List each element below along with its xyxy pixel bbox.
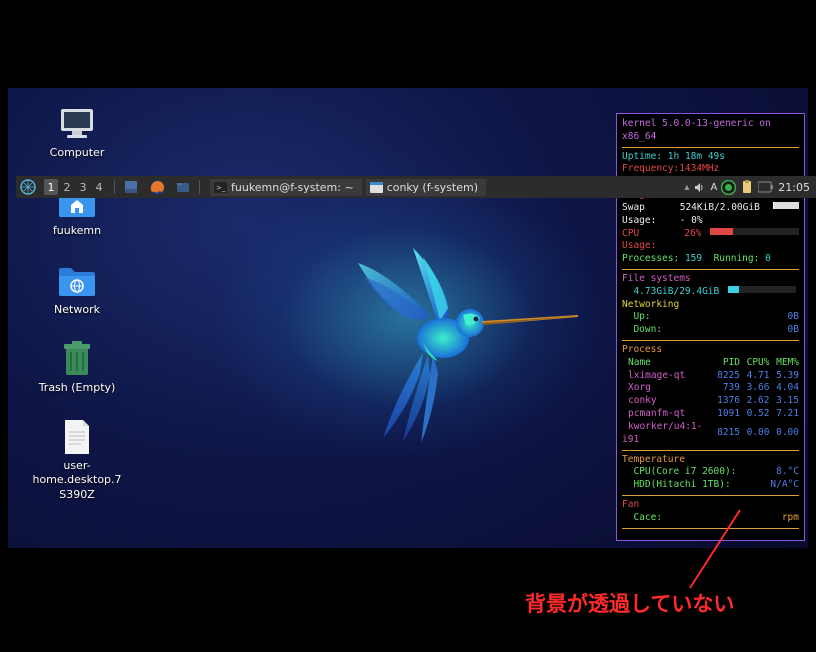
desktop-icon-label: Computer xyxy=(50,146,105,160)
volume-icon[interactable] xyxy=(693,181,706,194)
desktop-icon-label: fuukemn xyxy=(53,224,101,238)
task-conky[interactable]: conky (f-system) xyxy=(366,179,486,196)
desktop-icon-computer[interactable]: Computer xyxy=(32,106,122,160)
uptime-value: 1h 18m 49s xyxy=(668,151,725,164)
process-table: Name PID CPU% MEM% lximage-qt82254.715.3… xyxy=(622,357,799,447)
taskbar: 1 2 3 4 >_ fuukemn@f-system: ~ xyxy=(16,176,816,198)
fan-value: rpm xyxy=(782,512,799,525)
cpu-bar xyxy=(710,228,799,235)
desktop-area[interactable]: 1 2 3 4 >_ fuukemn@f-system: ~ xyxy=(8,88,808,548)
annotation-text: 背景が透過していない xyxy=(525,588,734,618)
desktop-icons: Computer fuukemn Network Trash (Empty) u… xyxy=(32,106,122,502)
network-folder-icon xyxy=(56,263,98,299)
fs-bar xyxy=(728,286,796,293)
temp-cpu-label: CPU(Core i7 2600): xyxy=(633,466,736,479)
freq-value: 1434MHz xyxy=(679,163,719,176)
up-arrow-icon[interactable]: ▴ xyxy=(684,182,689,193)
run-label: Running: xyxy=(714,253,760,266)
battery-icon[interactable] xyxy=(758,181,774,193)
computer-icon xyxy=(56,106,98,142)
th-cpu: CPU% xyxy=(740,357,770,370)
fan-label: Cace: xyxy=(633,512,662,525)
workspace-2[interactable]: 2 xyxy=(60,179,74,195)
desktop-icon-file[interactable]: user-home.desktop.7S390Z xyxy=(32,419,122,502)
net-down-value: 0B xyxy=(788,324,799,337)
update-icon[interactable] xyxy=(721,180,736,195)
net-up-label: Up: xyxy=(633,311,650,324)
app-menu-icon[interactable] xyxy=(18,177,38,197)
net-title: Networking xyxy=(622,299,799,312)
task-terminal[interactable]: >_ fuukemn@f-system: ~ xyxy=(210,179,362,196)
task-label: conky (f-system) xyxy=(387,181,478,194)
desktop-icon-trash[interactable]: Trash (Empty) xyxy=(32,341,122,395)
wallpaper-hummingbird xyxy=(328,243,588,443)
swap-label: Swap Usage: xyxy=(622,202,674,228)
file-manager-icon[interactable] xyxy=(173,177,193,197)
file-icon xyxy=(56,419,98,455)
trash-icon xyxy=(56,341,98,377)
temp-hdd-label: HDD(Hitachi 1TB): xyxy=(633,479,730,492)
swap-value: 524KiB/2.00GiB - 0% xyxy=(680,202,770,228)
fan-title: Fan xyxy=(622,499,799,512)
desktop-icon-label: Network xyxy=(54,303,100,317)
window-icon xyxy=(370,181,383,194)
svg-text:>_: >_ xyxy=(216,184,226,192)
net-up-value: 0B xyxy=(788,311,799,324)
workspace-4[interactable]: 4 xyxy=(92,179,106,195)
workspace-3[interactable]: 3 xyxy=(76,179,90,195)
procs-label: Processes: xyxy=(622,253,679,266)
fs-value: 4.73GiB/29.4GiB xyxy=(633,286,719,299)
cpu-value: 26% xyxy=(684,228,701,254)
desktop-icon-label: user-home.desktop.7S390Z xyxy=(32,459,122,502)
cpu-label: CPU Usage: xyxy=(622,228,678,254)
clipboard-icon[interactable] xyxy=(740,180,754,194)
firefox-icon[interactable] xyxy=(147,177,167,197)
uptime-label: Uptime: xyxy=(622,151,662,164)
run-value: 0 xyxy=(765,253,771,266)
temp-title: Temperature xyxy=(622,454,799,467)
desktop-icon-network[interactable]: Network xyxy=(32,263,122,317)
workspace-switcher: 1 2 3 4 xyxy=(44,179,106,195)
keyboard-layout[interactable]: A xyxy=(710,182,717,193)
proc-title: Process xyxy=(622,344,799,357)
task-label: fuukemn@f-system: ~ xyxy=(231,181,354,194)
swap-bar xyxy=(773,202,799,209)
clock[interactable]: 21:05 xyxy=(778,181,810,194)
show-desktop-icon[interactable] xyxy=(121,177,141,197)
task-list: >_ fuukemn@f-system: ~ conky (f-system) xyxy=(210,179,684,196)
desktop-icon-label: Trash (Empty) xyxy=(39,381,116,395)
th-name: Name xyxy=(622,357,651,368)
net-down-label: Down: xyxy=(633,324,662,337)
procs-value: 159 xyxy=(685,253,702,266)
temp-hdd-value: N/A°C xyxy=(770,479,799,492)
th-mem: MEM% xyxy=(770,357,800,370)
workspace-1[interactable]: 1 xyxy=(44,179,58,195)
th-pid: PID xyxy=(711,357,741,370)
conky-kernel: kernel 5.0.0-13-generic on x86_64 xyxy=(622,118,799,144)
terminal-icon: >_ xyxy=(214,181,227,194)
system-tray: ▴ A 21:05 xyxy=(684,180,816,195)
launcher-bar xyxy=(119,177,195,197)
fs-title: File systems xyxy=(622,273,799,286)
freq-label: Frequency: xyxy=(622,163,679,176)
temp-cpu-value: 8.°C xyxy=(776,466,799,479)
